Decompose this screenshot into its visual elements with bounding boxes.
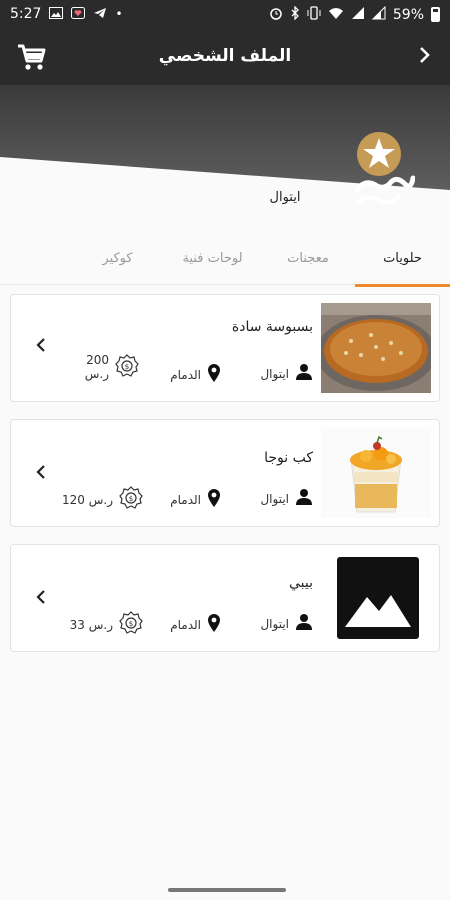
price-text: 120 ر.س: [62, 492, 113, 507]
product-name: بسبوسة سادة: [231, 319, 313, 335]
wifi-icon: [328, 6, 344, 23]
product-image: [321, 428, 431, 518]
heart-box-icon: [71, 6, 86, 22]
alarm-icon: [269, 6, 283, 23]
price-unit: ر.س: [84, 367, 109, 381]
product-card[interactable]: بسبوسة سادة ايتوال الدمام 200 ر.س $: [10, 294, 440, 402]
telegram-icon: [93, 7, 107, 22]
product-card[interactable]: كب نوجا ايتوال الدمام 120 ر.س $: [10, 419, 440, 527]
price-info: 200 ر.س $: [85, 353, 139, 381]
image-placeholder-icon: [337, 557, 419, 639]
location-pin-icon: [207, 488, 221, 511]
price-text: 33 ر.س: [69, 617, 113, 632]
chevron-left-icon[interactable]: [35, 335, 47, 359]
battery-percent: 59%: [392, 6, 424, 23]
location-info: الدمام: [170, 613, 221, 636]
svg-text:$: $: [129, 495, 133, 503]
price-tag-icon: $: [119, 486, 143, 513]
location-info: الدمام: [170, 488, 221, 511]
back-chevron-icon[interactable]: [418, 44, 432, 72]
location-pin-icon: [207, 613, 221, 636]
seller-info: ايتوال: [260, 488, 313, 509]
location-pin-icon: [207, 363, 221, 386]
dot-icon: •: [115, 7, 123, 21]
city-name: الدمام: [170, 367, 201, 382]
store-logo[interactable]: [354, 130, 416, 208]
product-name: كب نوجا: [264, 450, 313, 466]
city-name: الدمام: [170, 617, 201, 632]
vibrate-icon: [307, 6, 321, 23]
product-image: [321, 303, 431, 393]
product-name: بيبي: [288, 575, 313, 591]
tab-sweets[interactable]: حلويات: [360, 251, 445, 266]
person-icon: [295, 488, 313, 509]
price-text: 200 ر.س: [85, 353, 109, 381]
tab-art-boards[interactable]: لوحات فنية: [165, 251, 260, 266]
price-tag-icon: $: [119, 611, 143, 638]
battery-icon: [431, 7, 440, 22]
bluetooth-icon: [290, 5, 300, 23]
tab-pastries[interactable]: معجنات: [268, 251, 348, 266]
seller-info: ايتوال: [260, 613, 313, 634]
price-info: 33 ر.س $: [70, 611, 143, 638]
person-icon: [295, 613, 313, 634]
chevron-left-icon[interactable]: [35, 587, 47, 611]
svg-text:$: $: [129, 620, 133, 628]
store-name: ايتوال: [269, 190, 301, 205]
chevron-left-icon[interactable]: [35, 462, 47, 486]
status-bar: 5:27 • 59%: [0, 0, 450, 30]
seller-name: ايتوال: [260, 366, 289, 381]
svg-text:$: $: [125, 363, 129, 371]
seller-info: ايتوال: [260, 363, 313, 384]
status-time: 5:27: [10, 6, 42, 22]
active-tab-indicator: [355, 284, 450, 287]
signal-icon: [351, 6, 365, 23]
gesture-nav-bar[interactable]: [168, 888, 286, 892]
person-icon: [295, 363, 313, 384]
price-info: 120 ر.س $: [62, 486, 143, 513]
seller-name: ايتوال: [260, 491, 289, 506]
tab-cookies[interactable]: كوكير: [80, 251, 155, 266]
product-card[interactable]: بيبي ايتوال الدمام 33 ر.س $: [10, 544, 440, 652]
page-title: الملف الشخصي: [158, 46, 292, 66]
app-bar: الملف الشخصي: [0, 30, 450, 85]
signal-icon-2: [371, 5, 386, 23]
gallery-icon: [49, 6, 64, 22]
price-tag-icon: $: [115, 353, 139, 381]
price-amount: 200: [86, 353, 109, 367]
seller-name: ايتوال: [260, 616, 289, 631]
location-info: الدمام: [170, 363, 221, 386]
city-name: الدمام: [170, 492, 201, 507]
category-tabs: حلويات معجنات لوحات فنية كوكير: [0, 243, 450, 285]
